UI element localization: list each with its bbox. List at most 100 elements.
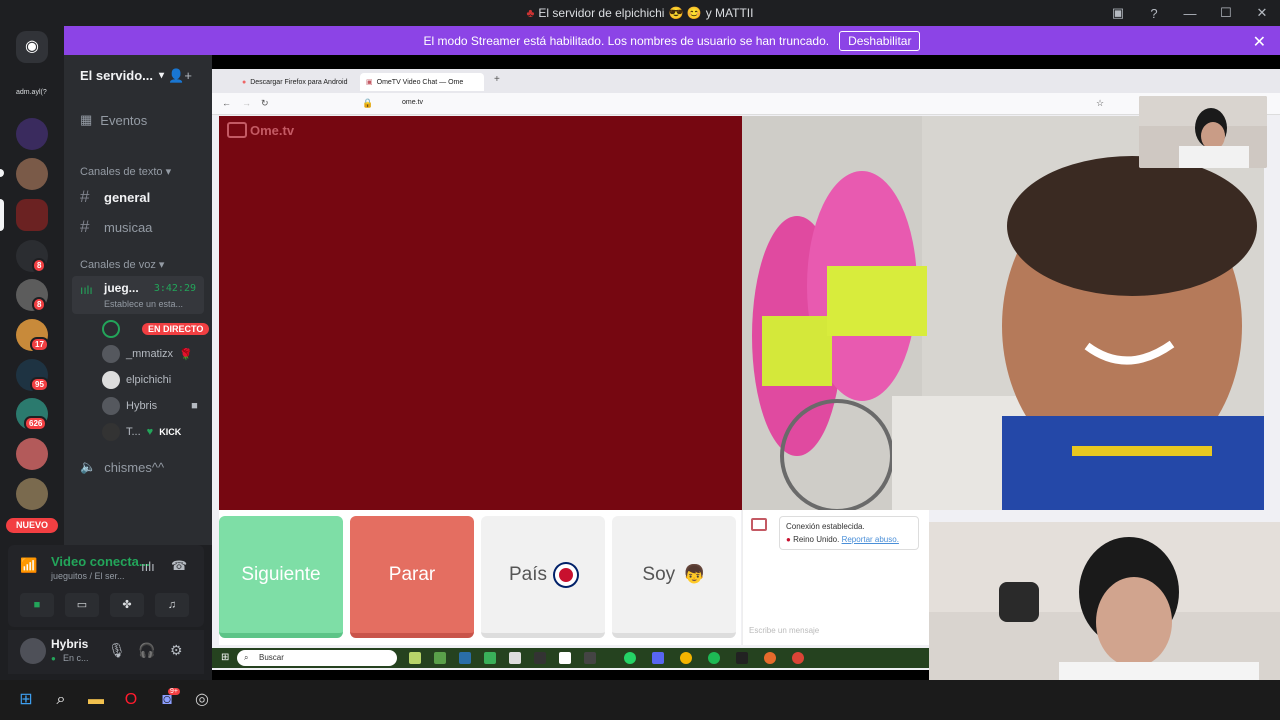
voice-connected-title[interactable]: Video conecta... (51, 554, 150, 569)
voice-connected-subtitle[interactable]: jueguitos / El ser... (51, 571, 125, 581)
screen-share-button[interactable]: ▭ (65, 593, 99, 617)
server-badge: 17 (30, 337, 49, 352)
voice-user[interactable]: EN DIRECTO (102, 320, 210, 338)
inbox-icon[interactable]: ▣ (1100, 5, 1136, 21)
reload-icon[interactable]: ↻ (261, 98, 269, 109)
voice-user[interactable]: Hybris ■ (102, 397, 198, 415)
maximize-button[interactable]: ☐ (1208, 5, 1244, 21)
uk-flag-icon (555, 563, 578, 586)
camera-button[interactable]: ■ (20, 593, 54, 617)
channel-label: musicaa (104, 219, 153, 235)
windows-start-icon[interactable]: ⊞ (16, 690, 36, 710)
camera-icon: ■ (191, 400, 198, 412)
app-icon (484, 652, 496, 664)
window-title: ♣ El servidor de elpichichi 😎 😊 y MATTII (527, 6, 754, 20)
banner-close-icon[interactable]: ✕ (1253, 32, 1266, 52)
noise-suppression-icon[interactable]: ıılı (141, 559, 155, 574)
report-abuse-link[interactable]: Reportar abuso. (842, 535, 899, 544)
chat-country-line: ● Reino Unido. Reportar abuso. (786, 533, 912, 546)
discord-badge: 9+ (168, 688, 180, 695)
gender-button[interactable]: Soy 👦 (612, 516, 736, 638)
server-name-header[interactable]: El servido... ▾ (80, 68, 164, 83)
back-icon[interactable]: ← (222, 98, 231, 108)
app-icon (409, 652, 421, 664)
whatsapp-icon (624, 652, 636, 664)
server-folder-label[interactable]: adm.ayl(? (16, 89, 47, 96)
channel-label: chismes^^ (104, 459, 165, 475)
shared-search-box: ⌕ Buscar (237, 650, 397, 666)
text-category[interactable]: Canales de texto ▾ (80, 165, 171, 178)
disconnect-icon[interactable]: ☎ (171, 558, 187, 574)
chat-input[interactable]: Escribe un mensaje (749, 626, 819, 635)
server-icon-2[interactable] (16, 158, 48, 190)
browser-tab[interactable]: ● Descargar Firefox para Android (236, 73, 354, 91)
activities-button[interactable]: ✤ (110, 593, 144, 617)
shared-taskbar: ⊞ ⌕ Buscar (212, 648, 929, 668)
browser-tab-label: Descargar Firefox para Android (250, 78, 348, 86)
country-button[interactable]: País (481, 516, 605, 638)
search-icon[interactable]: ⌕ (51, 690, 71, 710)
channel-general[interactable]: # general (80, 187, 150, 207)
avatar (102, 397, 120, 415)
app-icon (459, 652, 471, 664)
window-titlebar: ♣ El servidor de elpichichi 😎 😊 y MATTII… (0, 0, 1280, 26)
server-badge: 8 (32, 258, 47, 273)
url-text[interactable]: ome.tv (402, 99, 423, 106)
app-icon (559, 652, 571, 664)
remote-video-image (742, 116, 1264, 510)
banner-message: El modo Streamer está habilitado. Los no… (423, 33, 830, 48)
tv-icon (751, 518, 767, 531)
discord-home-icon[interactable]: ◉ (16, 31, 48, 63)
minimize-button[interactable]: — (1172, 6, 1208, 21)
green-heart-icon: ♥ (146, 426, 154, 438)
channel-sidebar: El servido... ▾ 👤+ ▦ Eventos Canales de … (64, 55, 212, 545)
streamer-mode-banner: El modo Streamer está habilitado. Los no… (64, 26, 1280, 55)
hash-icon: # (80, 217, 90, 236)
opera-icon[interactable]: O (121, 690, 141, 710)
stop-button[interactable]: Parar (350, 516, 474, 638)
chevron-down-icon: ▾ (158, 70, 165, 81)
app-icon[interactable]: ◎ (192, 690, 212, 710)
soundboard-button[interactable]: ♫ (155, 593, 189, 617)
gear-icon[interactable]: ⚙ (170, 642, 183, 659)
server-name: El servido... (80, 68, 153, 83)
discord-icon (652, 652, 664, 664)
file-explorer-icon[interactable]: ▬ (86, 690, 106, 710)
spotify-icon (708, 652, 720, 664)
next-button[interactable]: Siguiente (219, 516, 343, 638)
browser-tab-strip: ● Descargar Firefox para Android ▣ OmeTV… (212, 69, 1280, 93)
headphones-icon[interactable]: 🎧 (138, 642, 155, 659)
voice-channel-jueguitos[interactable]: ıılı jueg... 3:42:29 Establece un esta..… (72, 276, 204, 314)
voice-status: Establece un esta... (104, 299, 184, 309)
server-icon-9[interactable] (16, 438, 48, 470)
bookmark-icon[interactable]: ☆ (1096, 98, 1104, 109)
user-status: En c... (63, 653, 89, 663)
voice-category[interactable]: Canales de voz ▾ (80, 258, 164, 271)
server-icon-3[interactable] (16, 199, 48, 231)
new-tab-icon[interactable]: + (494, 74, 500, 85)
forward-icon[interactable]: → (242, 98, 251, 108)
server-icon-10[interactable] (16, 478, 48, 510)
voice-user[interactable]: _mmatizx 🌹 (102, 345, 193, 363)
help-icon[interactable]: ? (1136, 6, 1172, 21)
voice-user[interactable]: elpichichi (102, 371, 171, 389)
app-icon (584, 652, 596, 664)
app-icon (736, 652, 748, 664)
ometv-controls: Siguiente Parar País Soy 👦 (219, 510, 741, 645)
selected-server-pill (0, 199, 4, 231)
voice-user-name: Hybris (126, 400, 158, 412)
events-item[interactable]: ▦ Eventos (80, 112, 147, 128)
server-icon-1[interactable] (16, 118, 48, 150)
disable-streamer-button[interactable]: Deshabilitar (839, 30, 921, 51)
microphone-icon[interactable]: 🎙 (108, 642, 126, 659)
close-window-button[interactable]: ✕ (1244, 5, 1280, 21)
browser-tab-active[interactable]: ▣ OmeTV Video Chat — Ome (360, 73, 484, 91)
voice-channel-name: jueg... (104, 281, 139, 295)
channel-musicaa[interactable]: # musicaa (80, 217, 152, 237)
voice-channel-chismes[interactable]: 🔈 chismes^^ (80, 459, 164, 475)
chrome-icon (792, 652, 804, 664)
voice-user[interactable]: T... ♥ KICK (102, 423, 181, 441)
voice-category-label: Canales de voz (80, 259, 156, 271)
avatar[interactable] (20, 638, 46, 664)
add-member-icon[interactable]: 👤+ (168, 68, 192, 84)
